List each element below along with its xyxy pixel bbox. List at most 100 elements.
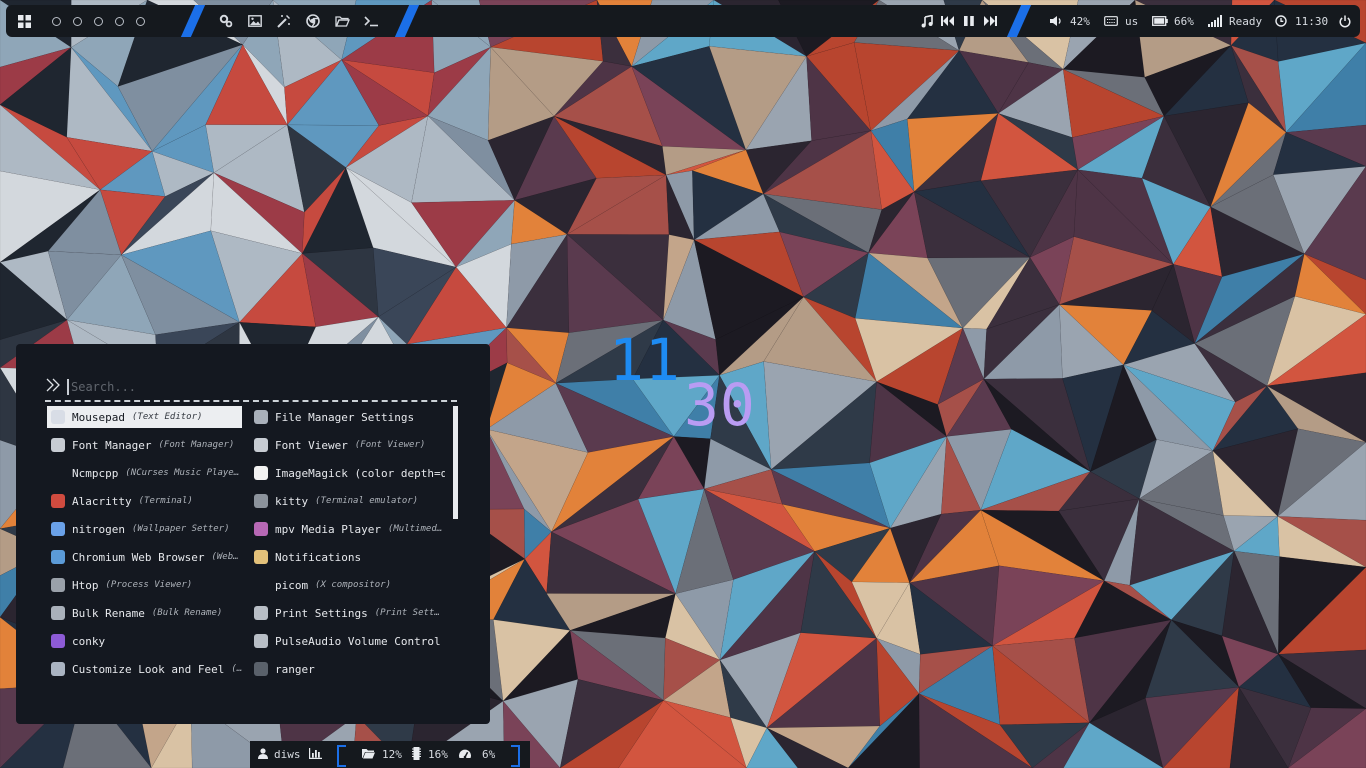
next-icon[interactable] xyxy=(981,12,999,30)
htop-icon xyxy=(51,578,65,592)
app-list-item[interactable]: Font Manager (Font Manager) xyxy=(47,434,242,456)
bracket-right xyxy=(511,745,520,767)
volume-level: 42% xyxy=(1070,14,1090,28)
app-list-item[interactable]: nitrogen (Wallpaper Setter) xyxy=(47,518,242,540)
app-list-item[interactable]: conky xyxy=(47,630,242,652)
user-icon xyxy=(258,747,268,762)
list-scrollbar[interactable] xyxy=(453,406,458,519)
cpu-usage-value: 6% xyxy=(482,748,496,761)
search-separator xyxy=(45,400,457,402)
chromium-icon xyxy=(51,550,65,564)
battery-indicator[interactable]: 66% xyxy=(1151,5,1194,37)
app-list-item[interactable]: File Manager Settings xyxy=(250,406,445,428)
app-menu-button[interactable] xyxy=(15,5,33,37)
app-name: ImageMagick (color depth=q… xyxy=(275,466,445,480)
memory-usage: 16% xyxy=(412,741,448,768)
app-description: (Cu… xyxy=(231,664,242,674)
desktop-clock-minute: 30 xyxy=(684,371,756,439)
app-list-item[interactable]: ranger xyxy=(250,658,445,680)
battery-level: 66% xyxy=(1174,14,1194,28)
memory-chip-icon xyxy=(412,746,421,763)
bracket-left xyxy=(337,745,346,767)
user-indicator[interactable]: diws xyxy=(258,741,301,768)
app-list-item[interactable]: Customize Look and Feel (Cu… xyxy=(47,658,242,680)
app-list-item[interactable]: Alacritty (Terminal) xyxy=(47,490,242,512)
network-status: Ready xyxy=(1229,14,1263,28)
app-name: File Manager Settings xyxy=(275,410,415,424)
app-name: Font Manager xyxy=(72,438,152,452)
keyboard-layout-indicator[interactable]: us xyxy=(1102,5,1138,37)
separator-stripe xyxy=(394,5,420,37)
app-name: Ncmpcpp xyxy=(72,466,119,480)
file-manager-icon[interactable] xyxy=(333,12,351,30)
volume-indicator[interactable]: 42% xyxy=(1047,5,1090,37)
app-list-item[interactable]: Mousepad (Text Editor) xyxy=(47,406,242,428)
app-list-item[interactable]: Bulk Rename (Bulk Rename) xyxy=(47,602,242,624)
battery-icon xyxy=(1151,12,1169,30)
text-editor-icon xyxy=(51,410,65,424)
app-description: (Web B… xyxy=(211,552,242,562)
app-description: (Print Setting… xyxy=(374,608,445,618)
workspace-5-indicator[interactable] xyxy=(136,16,145,26)
mpv-icon xyxy=(254,522,268,536)
terminal-icon[interactable] xyxy=(362,12,380,30)
app-icon-placeholder xyxy=(51,466,65,480)
workspace-2-indicator[interactable] xyxy=(73,16,82,26)
workspace-3-indicator[interactable] xyxy=(94,16,103,26)
app-list-item[interactable]: Chromium Web Browser (Web B… xyxy=(47,546,242,568)
app-icon-placeholder xyxy=(254,578,268,592)
ranger-icon xyxy=(254,662,268,676)
app-list-item[interactable]: Ncmpcpp (NCurses Music Player … xyxy=(47,462,242,484)
power-button[interactable] xyxy=(1336,5,1354,37)
clock-time: 11:30 xyxy=(1295,14,1329,28)
app-description: (Process Viewer) xyxy=(105,580,193,590)
music-note-icon xyxy=(918,12,936,30)
app-name: Customize Look and Feel xyxy=(72,662,225,676)
app-name: Bulk Rename xyxy=(72,606,145,620)
prompt-chevron-icon xyxy=(45,377,61,397)
app-name: Notifications xyxy=(275,550,362,564)
app-list: Mousepad (Text Editor) File Manager Settin… xyxy=(47,406,451,686)
clock[interactable]: 11:30 xyxy=(1272,5,1328,37)
desktop-clock-hour: 11 xyxy=(609,326,681,394)
search-input[interactable] xyxy=(67,379,427,395)
grid-menu-icon xyxy=(15,12,33,30)
app-name: picom xyxy=(275,578,309,592)
cpu-usage: 6% xyxy=(458,741,495,768)
app-description: (Text Editor) xyxy=(131,412,203,422)
bar-chart-icon xyxy=(309,747,322,762)
app-list-item[interactable]: Notifications xyxy=(250,546,445,568)
app-list-item[interactable]: PulseAudio Volume Control … xyxy=(250,630,445,652)
app-name: Font Viewer xyxy=(275,438,348,452)
app-description: (Wallpaper Setter) xyxy=(131,524,230,534)
customize-look-icon xyxy=(51,662,65,676)
app-list-item[interactable]: Print Settings (Print Setting… xyxy=(250,602,445,624)
network-indicator[interactable]: Ready xyxy=(1206,5,1262,37)
media-controls xyxy=(918,5,999,37)
settings-icon[interactable] xyxy=(217,12,235,30)
app-list-item[interactable]: picom (X compositor) xyxy=(250,574,445,596)
app-list-item[interactable]: Htop (Process Viewer) xyxy=(47,574,242,596)
previous-icon[interactable] xyxy=(939,12,957,30)
app-list-item[interactable]: kitty (Terminal emulator) xyxy=(250,490,445,512)
separator-stripe xyxy=(1006,5,1032,37)
app-description: (Bulk Rename) xyxy=(151,608,223,618)
kitty-icon xyxy=(254,494,268,508)
app-list-item[interactable]: mpv Media Player (Multimedia… xyxy=(250,518,445,540)
browser-icon[interactable] xyxy=(304,12,322,30)
image-viewer-icon[interactable] xyxy=(246,12,264,30)
app-list-item[interactable]: Font Viewer (Font Viewer) xyxy=(250,434,445,456)
search-row xyxy=(45,372,457,402)
color-picker-icon[interactable] xyxy=(275,12,293,30)
stats-button[interactable] xyxy=(309,741,322,768)
app-name: nitrogen xyxy=(72,522,125,536)
app-name: PulseAudio Volume Control … xyxy=(275,634,445,648)
workspace-4-indicator[interactable] xyxy=(115,16,124,26)
pause-icon[interactable] xyxy=(960,12,978,30)
app-list-item[interactable]: ImageMagick (color depth=q… xyxy=(250,462,445,484)
keyboard-icon xyxy=(1102,12,1120,30)
volume-icon xyxy=(1047,12,1065,30)
workspace-1-indicator[interactable] xyxy=(52,16,61,26)
app-description: (Font Manager) xyxy=(158,440,235,450)
app-description: (NCurses Music Player … xyxy=(125,468,242,478)
